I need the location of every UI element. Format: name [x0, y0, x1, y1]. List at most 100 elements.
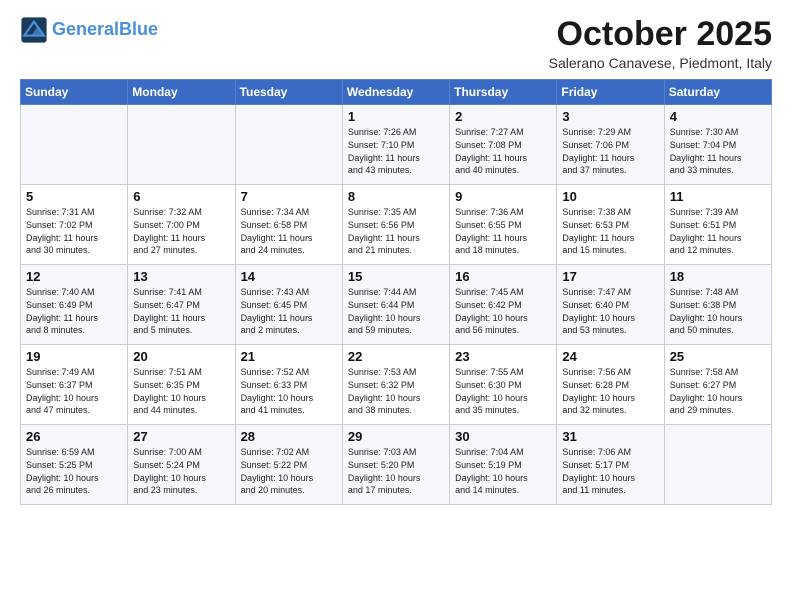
day-number: 27	[133, 429, 229, 444]
day-cell: 23 Sunrise: 7:55 AM Sunset: 6:30 PM Dayli…	[450, 345, 557, 425]
week-row-4: 19Sunrise: 7:49 AM Sunset: 6:37 PM Dayli…	[21, 345, 772, 425]
day-cell: 14 Sunrise: 7:43 AM Sunset: 6:45 PM Dayli…	[235, 265, 342, 345]
day-info: Sunrise: 7:29 AM Sunset: 7:06 PM Dayligh…	[562, 126, 658, 176]
day-cell	[664, 425, 771, 505]
logo-blue: Blue	[119, 19, 158, 39]
day-info: Sunrise: 7:45 AM Sunset: 6:42 PM Dayligh…	[455, 286, 551, 336]
day-info: Sunrise: 7:55 AM Sunset: 6:30 PM Dayligh…	[455, 366, 551, 416]
day-cell: 18 Sunrise: 7:48 AM Sunset: 6:38 PM Dayli…	[664, 265, 771, 345]
day-info: Sunrise: 7:02 AM Sunset: 5:22 PM Dayligh…	[241, 446, 337, 496]
day-info: Sunrise: 7:39 AM Sunset: 6:51 PM Dayligh…	[670, 206, 766, 256]
day-info: Sunrise: 7:04 AM Sunset: 5:19 PM Dayligh…	[455, 446, 551, 496]
day-number: 8	[348, 189, 444, 204]
day-cell: 9 Sunrise: 7:36 AM Sunset: 6:55 PM Daylig…	[450, 185, 557, 265]
day-number: 1	[348, 109, 444, 124]
day-cell: 13Sunrise: 7:41 AM Sunset: 6:47 PM Dayli…	[128, 265, 235, 345]
day-info: Sunrise: 7:34 AM Sunset: 6:58 PM Dayligh…	[241, 206, 337, 256]
day-number: 7	[241, 189, 337, 204]
day-info: Sunrise: 7:27 AM Sunset: 7:08 PM Dayligh…	[455, 126, 551, 176]
day-number: 23	[455, 349, 551, 364]
day-info: Sunrise: 7:52 AM Sunset: 6:33 PM Dayligh…	[241, 366, 337, 416]
day-number: 25	[670, 349, 766, 364]
day-number: 12	[26, 269, 122, 284]
day-number: 29	[348, 429, 444, 444]
logo: GeneralBlue	[20, 16, 158, 44]
day-cell: 22Sunrise: 7:53 AM Sunset: 6:32 PM Dayli…	[342, 345, 449, 425]
day-cell: 20 Sunrise: 7:51 AM Sunset: 6:35 PM Dayli…	[128, 345, 235, 425]
day-info: Sunrise: 7:48 AM Sunset: 6:38 PM Dayligh…	[670, 286, 766, 336]
col-thursday: Thursday	[450, 80, 557, 105]
day-number: 6	[133, 189, 229, 204]
day-number: 15	[348, 269, 444, 284]
day-cell: 7 Sunrise: 7:34 AM Sunset: 6:58 PM Daylig…	[235, 185, 342, 265]
day-info: Sunrise: 7:47 AM Sunset: 6:40 PM Dayligh…	[562, 286, 658, 336]
day-number: 9	[455, 189, 551, 204]
day-cell: 6Sunrise: 7:32 AM Sunset: 7:00 PM Daylig…	[128, 185, 235, 265]
week-row-1: 1 Sunrise: 7:26 AM Sunset: 7:10 PM Daylig…	[21, 105, 772, 185]
day-number: 16	[455, 269, 551, 284]
day-number: 2	[455, 109, 551, 124]
logo-general: General	[52, 19, 119, 39]
day-number: 3	[562, 109, 658, 124]
day-cell	[21, 105, 128, 185]
page: GeneralBlue October 2025 Salerano Canave…	[0, 0, 792, 525]
day-info: Sunrise: 6:59 AM Sunset: 5:25 PM Dayligh…	[26, 446, 122, 496]
day-number: 5	[26, 189, 122, 204]
day-number: 24	[562, 349, 658, 364]
day-cell: 12 Sunrise: 7:40 AM Sunset: 6:49 PM Dayli…	[21, 265, 128, 345]
day-number: 26	[26, 429, 122, 444]
day-cell: 29 Sunrise: 7:03 AM Sunset: 5:20 PM Dayli…	[342, 425, 449, 505]
day-number: 18	[670, 269, 766, 284]
day-number: 13	[133, 269, 229, 284]
day-cell: 30 Sunrise: 7:04 AM Sunset: 5:19 PM Dayli…	[450, 425, 557, 505]
col-tuesday: Tuesday	[235, 80, 342, 105]
day-info: Sunrise: 7:40 AM Sunset: 6:49 PM Dayligh…	[26, 286, 122, 336]
day-cell: 16 Sunrise: 7:45 AM Sunset: 6:42 PM Dayli…	[450, 265, 557, 345]
day-info: Sunrise: 7:58 AM Sunset: 6:27 PM Dayligh…	[670, 366, 766, 416]
day-cell: 19Sunrise: 7:49 AM Sunset: 6:37 PM Dayli…	[21, 345, 128, 425]
day-number: 20	[133, 349, 229, 364]
day-number: 19	[26, 349, 122, 364]
day-cell: 21Sunrise: 7:52 AM Sunset: 6:33 PM Dayli…	[235, 345, 342, 425]
col-saturday: Saturday	[664, 80, 771, 105]
day-info: Sunrise: 7:00 AM Sunset: 5:24 PM Dayligh…	[133, 446, 229, 496]
month-title: October 2025	[549, 16, 772, 53]
day-cell: 26 Sunrise: 6:59 AM Sunset: 5:25 PM Dayli…	[21, 425, 128, 505]
day-info: Sunrise: 7:56 AM Sunset: 6:28 PM Dayligh…	[562, 366, 658, 416]
logo-text: GeneralBlue	[52, 20, 158, 40]
day-info: Sunrise: 7:51 AM Sunset: 6:35 PM Dayligh…	[133, 366, 229, 416]
day-cell	[128, 105, 235, 185]
day-info: Sunrise: 7:43 AM Sunset: 6:45 PM Dayligh…	[241, 286, 337, 336]
day-cell: 3 Sunrise: 7:29 AM Sunset: 7:06 PM Daylig…	[557, 105, 664, 185]
day-number: 30	[455, 429, 551, 444]
day-info: Sunrise: 7:53 AM Sunset: 6:32 PM Dayligh…	[348, 366, 444, 416]
day-info: Sunrise: 7:44 AM Sunset: 6:44 PM Dayligh…	[348, 286, 444, 336]
day-info: Sunrise: 7:03 AM Sunset: 5:20 PM Dayligh…	[348, 446, 444, 496]
col-monday: Monday	[128, 80, 235, 105]
header: GeneralBlue October 2025 Salerano Canave…	[20, 16, 772, 71]
col-wednesday: Wednesday	[342, 80, 449, 105]
day-number: 14	[241, 269, 337, 284]
day-cell: 25 Sunrise: 7:58 AM Sunset: 6:27 PM Dayli…	[664, 345, 771, 425]
day-cell: 27 Sunrise: 7:00 AM Sunset: 5:24 PM Dayli…	[128, 425, 235, 505]
day-cell: 17Sunrise: 7:47 AM Sunset: 6:40 PM Dayli…	[557, 265, 664, 345]
day-number: 28	[241, 429, 337, 444]
day-info: Sunrise: 7:35 AM Sunset: 6:56 PM Dayligh…	[348, 206, 444, 256]
day-cell: 31Sunrise: 7:06 AM Sunset: 5:17 PM Dayli…	[557, 425, 664, 505]
day-cell: 8 Sunrise: 7:35 AM Sunset: 6:56 PM Daylig…	[342, 185, 449, 265]
day-info: Sunrise: 7:31 AM Sunset: 7:02 PM Dayligh…	[26, 206, 122, 256]
week-row-2: 5 Sunrise: 7:31 AM Sunset: 7:02 PM Daylig…	[21, 185, 772, 265]
day-cell: 4Sunrise: 7:30 AM Sunset: 7:04 PM Daylig…	[664, 105, 771, 185]
day-number: 31	[562, 429, 658, 444]
day-number: 11	[670, 189, 766, 204]
calendar: Sunday Monday Tuesday Wednesday Thursday…	[20, 79, 772, 505]
day-cell	[235, 105, 342, 185]
day-cell: 1 Sunrise: 7:26 AM Sunset: 7:10 PM Daylig…	[342, 105, 449, 185]
day-info: Sunrise: 7:26 AM Sunset: 7:10 PM Dayligh…	[348, 126, 444, 176]
day-cell: 2 Sunrise: 7:27 AM Sunset: 7:08 PM Daylig…	[450, 105, 557, 185]
day-cell: 28 Sunrise: 7:02 AM Sunset: 5:22 PM Dayli…	[235, 425, 342, 505]
day-info: Sunrise: 7:36 AM Sunset: 6:55 PM Dayligh…	[455, 206, 551, 256]
day-info: Sunrise: 7:30 AM Sunset: 7:04 PM Dayligh…	[670, 126, 766, 176]
week-row-3: 12 Sunrise: 7:40 AM Sunset: 6:49 PM Dayli…	[21, 265, 772, 345]
location: Salerano Canavese, Piedmont, Italy	[549, 55, 772, 71]
